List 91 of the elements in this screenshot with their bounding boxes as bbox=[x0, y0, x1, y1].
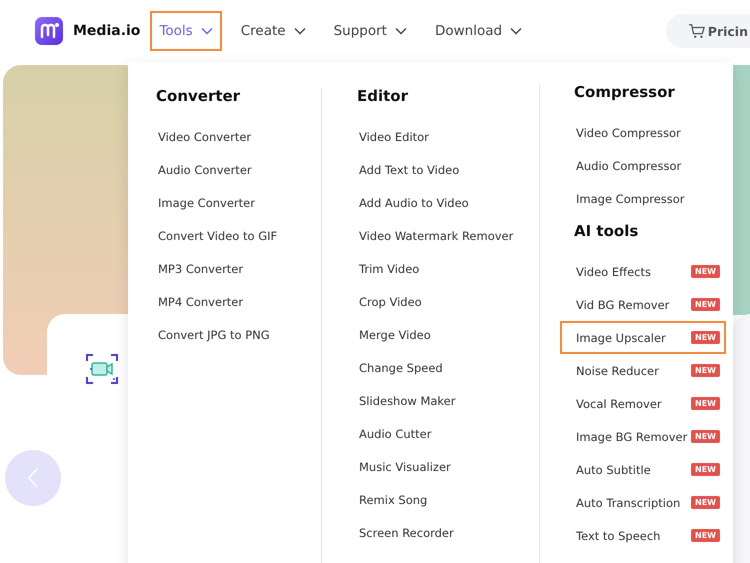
menu-item[interactable]: Video Compressor bbox=[560, 116, 726, 149]
menu-item-label: Music Visualizer bbox=[359, 460, 451, 474]
menu-item-label: Image Converter bbox=[158, 196, 255, 210]
nav-menu-item[interactable]: Download bbox=[426, 11, 532, 51]
menu-item[interactable]: MP4 Converter bbox=[142, 285, 308, 318]
menu-item[interactable]: Video Converter bbox=[142, 120, 308, 153]
menu-item[interactable]: Merge Video bbox=[343, 318, 539, 351]
section-heading: Converter bbox=[156, 86, 242, 107]
menu-item[interactable]: Noise Reducer NEW bbox=[560, 354, 726, 387]
logo-icon bbox=[35, 17, 63, 45]
chevron-left-icon bbox=[27, 467, 39, 489]
menu-item-label: Video Converter bbox=[158, 130, 252, 144]
menu-item[interactable]: Remix Song bbox=[343, 483, 539, 516]
menu-item-label: Auto Transcription bbox=[576, 496, 680, 510]
menu-item-label: Vocal Remover bbox=[576, 396, 662, 410]
new-badge: NEW bbox=[691, 529, 720, 542]
menu-item[interactable]: Trim Video bbox=[343, 252, 539, 285]
video-frame-icon bbox=[85, 352, 119, 386]
menu-item[interactable]: Vocal Remover NEW bbox=[560, 387, 726, 420]
menu-item-label: Screen Recorder bbox=[359, 526, 454, 540]
menu-item-label: Image BG Remover bbox=[576, 430, 688, 444]
chevron-down-icon bbox=[510, 27, 522, 35]
menu-item-label: Merge Video bbox=[359, 328, 431, 342]
menu-item[interactable]: Audio Compressor bbox=[560, 149, 726, 182]
menu-item-label: Audio Compressor bbox=[576, 158, 682, 172]
menu-item-label: Vid BG Remover bbox=[576, 298, 670, 312]
chevron-down-icon bbox=[294, 27, 306, 35]
menu-item-label: MP4 Converter bbox=[158, 294, 244, 308]
menu-item-label: Add Text to Video bbox=[359, 162, 460, 176]
menu-item-label: Image Upscaler bbox=[576, 330, 666, 344]
menu-item-label: Image Compressor bbox=[576, 192, 685, 206]
cart-icon bbox=[688, 23, 706, 39]
menu-item-label: Text to Speech bbox=[576, 528, 660, 542]
menu-item[interactable]: Video Editor bbox=[343, 120, 539, 153]
menu-item[interactable]: Auto Subtitle NEW bbox=[560, 453, 726, 486]
menu-item-label: Convert JPG to PNG bbox=[158, 328, 270, 342]
nav-menu-item[interactable]: Create bbox=[232, 11, 315, 51]
section-heading: Compressor bbox=[574, 82, 676, 103]
section-heading: Editor bbox=[357, 86, 409, 107]
menu-item-label: Noise Reducer bbox=[576, 364, 659, 378]
new-badge: NEW bbox=[691, 430, 720, 443]
pricing-button[interactable]: Pricin bbox=[666, 14, 750, 48]
menu-item[interactable]: Music Visualizer bbox=[343, 450, 539, 483]
chevron-down-icon bbox=[200, 27, 213, 35]
nav-menu-item[interactable]: Tools bbox=[150, 11, 222, 51]
brand-name[interactable]: Media.io bbox=[73, 23, 140, 39]
chevron-down-icon bbox=[394, 27, 407, 35]
menu-item[interactable]: Slideshow Maker bbox=[343, 384, 539, 417]
nav-menu-item[interactable]: Support bbox=[324, 11, 416, 51]
section-heading: AI tools bbox=[574, 221, 640, 242]
new-badge: NEW bbox=[691, 298, 720, 311]
menu-item-label: Slideshow Maker bbox=[359, 394, 456, 408]
menu-item[interactable]: Video Effects NEW bbox=[560, 255, 726, 288]
menu-item[interactable]: Crop Video bbox=[343, 285, 539, 318]
new-badge: NEW bbox=[691, 463, 720, 476]
menu-item-label: Video Watermark Remover bbox=[359, 228, 514, 242]
menu-item[interactable]: Image Upscaler NEW bbox=[560, 321, 726, 354]
menu-item[interactable]: Text to Speech NEW bbox=[560, 519, 726, 552]
menu-item[interactable]: Convert Video to GIF bbox=[142, 219, 308, 252]
menu-item[interactable]: Convert JPG to PNG bbox=[142, 318, 308, 351]
new-badge: NEW bbox=[691, 364, 720, 377]
menu-item[interactable]: Video Watermark Remover bbox=[343, 219, 539, 252]
menu-item-label: Audio Cutter bbox=[359, 426, 432, 440]
menu-item[interactable]: Audio Cutter bbox=[343, 417, 539, 450]
menu-item-label: MP3 Converter bbox=[158, 262, 244, 276]
menu-item-label: Remix Song bbox=[359, 492, 428, 506]
menu-item-label: Audio Converter bbox=[158, 162, 252, 176]
menu-item-label: Video Editor bbox=[359, 130, 429, 144]
menu-item[interactable]: Screen Recorder bbox=[343, 516, 539, 549]
menu-item[interactable]: Add Text to Video bbox=[343, 153, 539, 186]
menu-item[interactable]: Auto Transcription NEW bbox=[560, 486, 726, 519]
new-badge: NEW bbox=[691, 397, 720, 410]
menu-item[interactable]: Image Compressor bbox=[560, 182, 726, 215]
menu-item-label: Crop Video bbox=[359, 294, 422, 308]
menu-item[interactable]: Change Speed bbox=[343, 351, 539, 384]
new-badge: NEW bbox=[691, 331, 720, 344]
new-badge: NEW bbox=[691, 496, 720, 509]
menu-item[interactable]: MP3 Converter bbox=[142, 252, 308, 285]
menu-item-label: Trim Video bbox=[359, 262, 420, 276]
menu-item-label: Change Speed bbox=[359, 360, 443, 374]
menu-item[interactable]: Vid BG Remover NEW bbox=[560, 288, 726, 321]
new-badge: NEW bbox=[691, 265, 720, 278]
menu-item-label: Auto Subtitle bbox=[576, 462, 651, 476]
menu-item-label: Convert Video to GIF bbox=[158, 228, 278, 242]
menu-item[interactable]: Add Audio to Video bbox=[343, 186, 539, 219]
menu-item[interactable]: Image Converter bbox=[142, 186, 308, 219]
menu-item[interactable]: Audio Converter bbox=[142, 153, 308, 186]
menu-item[interactable]: Image BG Remover NEW bbox=[560, 420, 726, 453]
menu-item-label: Video Effects bbox=[576, 264, 651, 278]
menu-item-label: Add Audio to Video bbox=[359, 196, 469, 210]
menu-item-label: Video Compressor bbox=[576, 126, 681, 140]
